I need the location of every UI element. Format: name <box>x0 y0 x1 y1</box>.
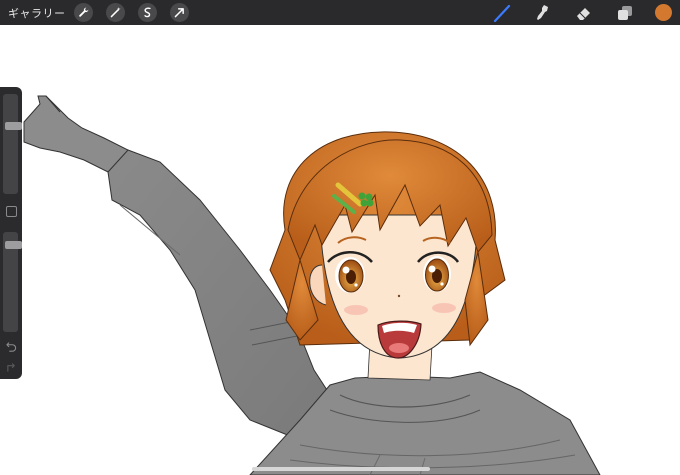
adjustments-button[interactable] <box>105 3 125 22</box>
brush-button[interactable] <box>491 2 513 24</box>
selection-icon <box>143 7 151 18</box>
transform-button[interactable] <box>169 3 189 22</box>
undo-icon <box>5 341 16 352</box>
layers-button[interactable] <box>614 2 636 24</box>
blush-right <box>432 303 456 313</box>
raised-hand <box>23 95 131 173</box>
undo-button[interactable] <box>4 340 18 354</box>
eraser-button[interactable] <box>573 2 595 24</box>
modify-button[interactable] <box>6 206 17 217</box>
color-button[interactable] <box>655 4 672 21</box>
brush-icon <box>493 4 511 22</box>
drawing-canvas[interactable] <box>0 25 680 475</box>
brush-sidebar <box>0 87 22 379</box>
eraser-icon <box>577 7 590 20</box>
redo-button[interactable] <box>4 360 18 374</box>
top-toolbar: ギャラリー <box>0 0 680 25</box>
right-tools <box>491 0 680 25</box>
home-indicator[interactable] <box>252 467 430 471</box>
brush-size-thumb[interactable] <box>5 122 22 130</box>
redo-icon <box>6 362 15 372</box>
layers-icon <box>618 5 632 20</box>
opacity-thumb[interactable] <box>5 241 22 249</box>
smudge-button[interactable] <box>532 2 554 24</box>
selection-button[interactable] <box>137 3 157 22</box>
blush-left <box>344 305 368 315</box>
magic-wand-icon <box>110 7 121 18</box>
brush-size-slider[interactable] <box>3 94 22 194</box>
gallery-button[interactable]: ギャラリー <box>8 5 66 21</box>
actions-button[interactable] <box>73 3 93 22</box>
smudge-icon <box>537 4 548 20</box>
opacity-slider[interactable] <box>3 232 22 332</box>
nose <box>397 294 401 298</box>
transform-arrow-icon <box>174 8 184 18</box>
wrench-icon <box>78 7 88 17</box>
